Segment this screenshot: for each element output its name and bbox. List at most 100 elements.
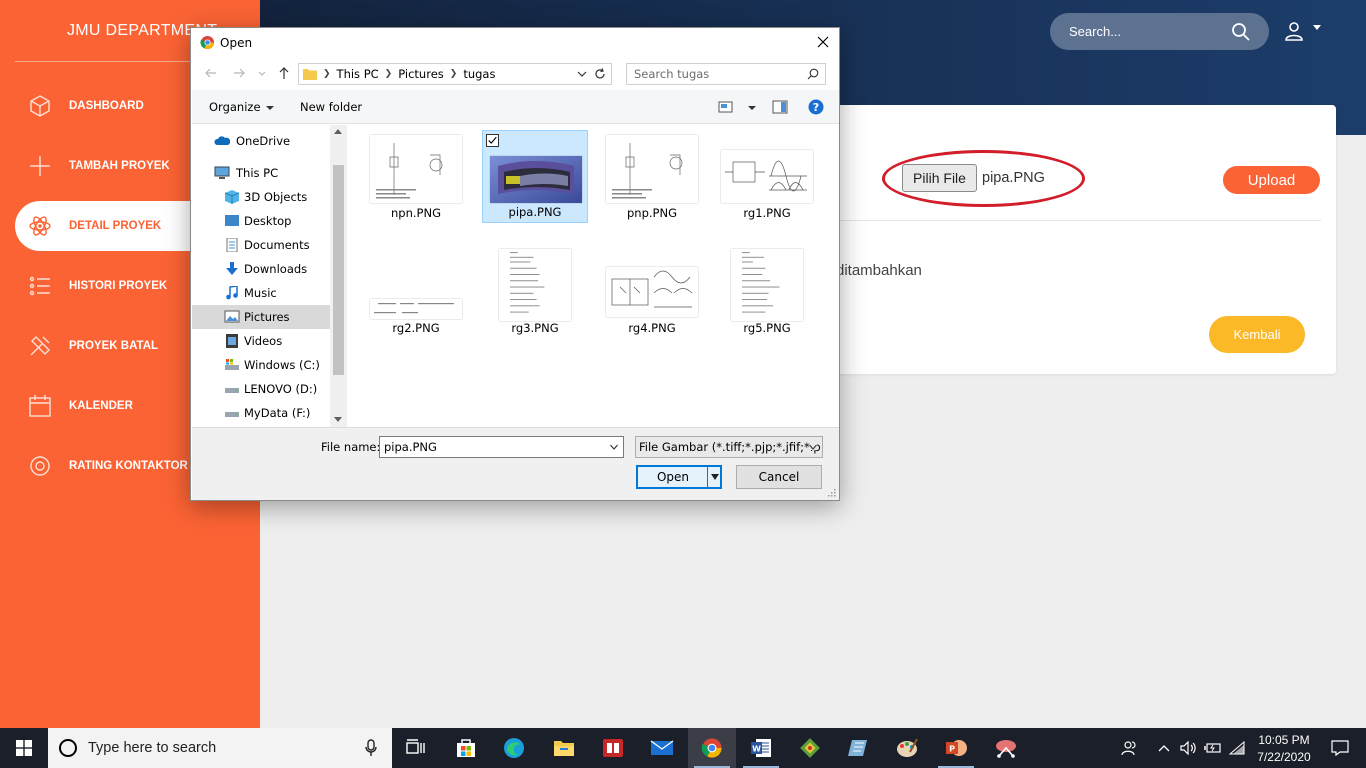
notebook-app-icon[interactable] [834, 728, 882, 768]
file-item-rg1[interactable]: rg1.PNG [714, 130, 820, 223]
nav-3d-objects[interactable]: 3D Objects [192, 185, 330, 209]
pnp-thumbnail [606, 135, 698, 203]
preview-pane-icon[interactable] [772, 100, 788, 114]
file-name-field[interactable]: pipa.PNG [379, 436, 624, 458]
file-item-npn[interactable]: npn.PNG [363, 130, 469, 223]
chrome-taskbar-icon[interactable] [688, 728, 736, 768]
chevron-down-icon[interactable] [748, 106, 756, 110]
nav-music[interactable]: Music [192, 281, 330, 305]
task-view-icon[interactable] [392, 728, 440, 768]
edge-icon[interactable] [490, 728, 538, 768]
search-icon[interactable] [1231, 22, 1251, 42]
back-arrow-icon[interactable] [203, 65, 219, 81]
rg3-thumbnail [499, 249, 571, 321]
microsoft-store-icon[interactable] [442, 728, 490, 768]
rg5-thumbnail [731, 249, 803, 321]
file-list: npn.PNG pipa.PNG pnp.PNG rg1.PNG rg2.PNG… [348, 125, 839, 427]
file-item-pipa[interactable]: pipa.PNG [482, 130, 588, 223]
microphone-icon[interactable] [364, 739, 378, 757]
tools-icon [30, 336, 50, 356]
nav-drive-c[interactable]: Windows (C:) [192, 353, 330, 377]
close-icon[interactable] [811, 32, 835, 54]
file-item-rg5[interactable]: rg5.PNG [714, 245, 820, 338]
organize-button[interactable]: Organize [209, 100, 274, 114]
chevron-down-icon[interactable] [711, 474, 719, 480]
recent-dropdown-icon[interactable] [257, 65, 267, 81]
mail-icon[interactable] [638, 728, 686, 768]
open-button[interactable]: Open [636, 465, 722, 489]
file-item-rg4[interactable]: rg4.PNG [599, 245, 705, 338]
paint-icon[interactable] [883, 728, 931, 768]
nav-scrollbar[interactable] [330, 125, 347, 427]
nav-documents[interactable]: Documents [192, 233, 330, 257]
back-button[interactable]: Kembali [1209, 316, 1305, 353]
upload-button[interactable]: Upload [1223, 166, 1320, 194]
svg-text:?: ? [813, 101, 819, 114]
battery-icon[interactable] [1202, 728, 1224, 768]
cancel-button[interactable]: Cancel [736, 465, 822, 489]
nav-label: 3D Objects [244, 190, 308, 204]
help-icon[interactable]: ? [808, 99, 824, 115]
scroll-thumb[interactable] [333, 165, 344, 375]
powerpoint-icon[interactable]: P [932, 728, 980, 768]
volume-icon[interactable] [1178, 728, 1200, 768]
nav-downloads[interactable]: Downloads [192, 257, 330, 281]
book-app-icon[interactable] [589, 728, 637, 768]
nav-desktop[interactable]: Desktop [192, 209, 330, 233]
plus-icon [30, 156, 50, 176]
svg-text:W: W [752, 745, 761, 754]
list-icon [29, 276, 50, 296]
dialog-search-input[interactable]: Search tugas [626, 63, 826, 85]
scroll-down-icon[interactable] [334, 417, 342, 422]
chevron-down-icon[interactable] [610, 444, 618, 450]
file-type-select[interactable]: File Gambar (*.tiff;*.pjp;*.jfif;*.p [635, 436, 823, 458]
refresh-icon[interactable] [593, 67, 607, 81]
breadcrumb-tugas[interactable]: tugas [463, 67, 495, 81]
chevron-down-icon[interactable] [1313, 25, 1321, 30]
nav-drive-f[interactable]: MyData (F:) [192, 401, 330, 425]
scroll-up-icon[interactable] [334, 129, 342, 134]
start-button[interactable] [0, 728, 48, 768]
breadcrumb-pictures[interactable]: Pictures [398, 67, 444, 81]
rg4-thumbnail [606, 267, 698, 317]
nav-this-pc[interactable]: This PC [192, 161, 330, 185]
address-bar[interactable]: ❯ This PC ❯ Pictures ❯ tugas [298, 63, 612, 85]
file-name: rg2.PNG [392, 321, 440, 335]
checkbox-checked-icon[interactable] [486, 134, 499, 147]
chevron-down-icon[interactable] [809, 444, 817, 450]
system-clock[interactable]: 10:05 PM 7/22/2020 [1246, 732, 1322, 766]
wifi-icon[interactable] [1226, 728, 1248, 768]
chevron-right-icon: ❯ [384, 69, 393, 79]
clock-time: 10:05 PM [1258, 733, 1310, 747]
file-item-rg2[interactable]: rg2.PNG [363, 245, 469, 338]
people-icon[interactable] [1116, 728, 1142, 768]
file-item-pnp[interactable]: pnp.PNG [599, 130, 705, 223]
search-placeholder: Search... [1069, 24, 1122, 39]
nav-pictures[interactable]: Pictures [192, 305, 330, 329]
onedrive-icon [214, 136, 230, 145]
taskbar-search-box[interactable]: Type here to search [48, 728, 392, 768]
breadcrumb-this-pc[interactable]: This PC [337, 67, 379, 81]
resize-grip-icon[interactable] [828, 489, 836, 497]
snipping-tool-icon[interactable] [982, 728, 1030, 768]
chevron-down-icon[interactable] [577, 70, 587, 78]
view-options-icon[interactable] [718, 100, 734, 114]
user-icon[interactable] [1284, 21, 1304, 41]
search-input[interactable]: Search... [1050, 13, 1269, 50]
git-app-icon[interactable] [786, 728, 834, 768]
nav-onedrive[interactable]: OneDrive [192, 129, 330, 153]
notification-center-icon[interactable] [1322, 728, 1358, 768]
chevron-up-icon[interactable] [1154, 728, 1174, 768]
word-icon[interactable]: W [737, 728, 785, 768]
nav-drive-d[interactable]: LENOVO (D:) [192, 377, 330, 401]
clock-date: 7/22/2020 [1257, 750, 1311, 764]
nav-videos[interactable]: Videos [192, 329, 330, 353]
search-icon[interactable] [807, 68, 819, 80]
file-item-rg3[interactable]: rg3.PNG [482, 245, 588, 338]
file-explorer-icon[interactable] [540, 728, 588, 768]
chevron-right-icon: ❯ [449, 69, 458, 79]
up-arrow-icon[interactable] [276, 65, 292, 81]
forward-arrow-icon[interactable] [231, 65, 247, 81]
3d-objects-icon [224, 190, 240, 204]
new-folder-button[interactable]: New folder [300, 100, 362, 114]
